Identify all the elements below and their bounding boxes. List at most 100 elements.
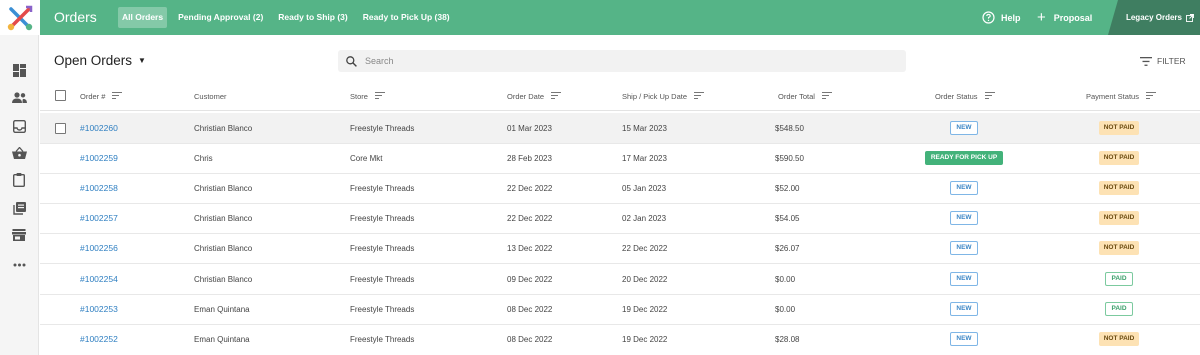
- order-number-link[interactable]: #1002258: [80, 183, 118, 193]
- column-header-order-date[interactable]: Order Date: [507, 82, 562, 110]
- column-header-order-total[interactable]: Order Total: [778, 82, 832, 110]
- payment-status-badge: NOT PAID: [1098, 332, 1140, 346]
- order-total-cell: $590.50: [775, 153, 804, 163]
- catalog-icon[interactable]: [11, 200, 27, 216]
- order-total-cell: $26.07: [775, 243, 800, 253]
- tab-ready-to-pick-up[interactable]: Ready to Pick Up (38): [359, 7, 454, 28]
- customer-cell: Christian Blanco: [194, 243, 253, 253]
- app-title: Orders: [54, 9, 97, 25]
- order-date-cell: 09 Dec 2022: [507, 274, 553, 284]
- sort-icon: [112, 91, 123, 101]
- tab-ready-to-ship[interactable]: Ready to Ship (3): [274, 7, 351, 28]
- order-date-cell: 08 Dec 2022: [507, 304, 553, 314]
- order-status-badge: NEW: [950, 272, 978, 286]
- order-status-badge: NEW: [950, 332, 978, 346]
- order-total-cell: $0.00: [775, 304, 796, 314]
- order-tabs: All Orders Pending Approval (2) Ready to…: [118, 7, 461, 28]
- store-cell: Freestyle Threads: [350, 243, 415, 253]
- table-row[interactable]: #1002257 Christian Blanco Freestyle Thre…: [40, 203, 1200, 234]
- payment-status-badge: NOT PAID: [1098, 151, 1140, 165]
- column-header-store[interactable]: Store: [350, 82, 385, 110]
- order-number-link[interactable]: #1002254: [80, 274, 118, 284]
- table-row[interactable]: #1002256 Christian Blanco Freestyle Thre…: [40, 233, 1200, 264]
- order-status-badge: NEW: [950, 211, 978, 225]
- ship-date-cell: 19 Dec 2022: [622, 334, 668, 344]
- store-icon[interactable]: [11, 227, 27, 243]
- page-title: Open Orders: [54, 53, 133, 68]
- table-row[interactable]: #1002254 Christian Blanco Freestyle Thre…: [40, 264, 1200, 295]
- order-number-link[interactable]: #1002257: [80, 213, 118, 223]
- ship-date-cell: 05 Jan 2023: [622, 183, 667, 193]
- order-date-cell: 08 Dec 2022: [507, 334, 553, 344]
- filter-icon: [1140, 56, 1152, 66]
- filter-button[interactable]: FILTER: [1140, 54, 1186, 68]
- ship-date-cell: 15 Mar 2023: [622, 123, 667, 133]
- order-date-cell: 13 Dec 2022: [507, 243, 553, 253]
- store-cell: Freestyle Threads: [350, 274, 415, 284]
- ship-date-cell: 22 Dec 2022: [622, 243, 668, 253]
- tools-logo-icon: [7, 5, 33, 30]
- app-logo[interactable]: [0, 0, 40, 35]
- ship-date-cell: 19 Dec 2022: [622, 304, 668, 314]
- order-number-link[interactable]: #1002253: [80, 304, 118, 314]
- select-all-checkbox[interactable]: [55, 90, 66, 101]
- order-date-cell: 28 Feb 2023: [507, 153, 552, 163]
- order-number-link[interactable]: #1002256: [80, 243, 118, 253]
- column-header-order[interactable]: Order #: [80, 82, 123, 110]
- tab-all-orders[interactable]: All Orders: [118, 7, 168, 28]
- store-cell: Core Mkt: [350, 153, 383, 163]
- side-nav: [0, 35, 39, 355]
- order-date-cell: 22 Dec 2022: [507, 213, 553, 223]
- order-number-link[interactable]: #1002259: [80, 153, 118, 163]
- customer-cell: Christian Blanco: [194, 183, 253, 193]
- order-number-link[interactable]: #1002260: [80, 123, 118, 133]
- payment-status-badge: NOT PAID: [1098, 121, 1140, 135]
- plus-icon: +: [1037, 9, 1046, 26]
- store-cell: Freestyle Threads: [350, 123, 415, 133]
- search-icon: [346, 55, 357, 67]
- dashboard-icon[interactable]: [11, 62, 27, 78]
- top-bar: Orders All Orders Pending Approval (2) R…: [0, 0, 1200, 35]
- order-total-cell: $0.00: [775, 274, 796, 284]
- people-icon[interactable]: [11, 89, 27, 105]
- store-cell: Freestyle Threads: [350, 304, 415, 314]
- column-header-customer[interactable]: Customer: [194, 82, 227, 110]
- new-proposal-button[interactable]: + Proposal: [1037, 0, 1092, 35]
- column-header-order-status[interactable]: Order Status: [935, 82, 995, 110]
- page-title-dropdown[interactable]: Open Orders ▼: [54, 50, 146, 72]
- store-cell: Freestyle Threads: [350, 183, 415, 193]
- column-header-ship-date[interactable]: Ship / Pick Up Date: [622, 82, 705, 110]
- clipboard-icon[interactable]: [11, 172, 27, 188]
- table-header: Order # Customer Store Order Date Ship /…: [40, 82, 1200, 111]
- order-total-cell: $52.00: [775, 183, 800, 193]
- customer-cell: Eman Quintana: [194, 304, 250, 314]
- order-status-badge: NEW: [950, 302, 978, 316]
- table-row[interactable]: #1002253 Eman Quintana Freestyle Threads…: [40, 294, 1200, 325]
- order-number-link[interactable]: #1002252: [80, 334, 118, 344]
- order-date-cell: 01 Mar 2023: [507, 123, 552, 133]
- help-button[interactable]: Help: [982, 0, 1021, 35]
- table-row[interactable]: #1002259 Chris Core Mkt 28 Feb 2023 17 M…: [40, 143, 1200, 174]
- customer-cell: Eman Quintana: [194, 334, 250, 344]
- sort-icon: [821, 91, 832, 101]
- store-cell: Freestyle Threads: [350, 213, 415, 223]
- sort-icon: [984, 91, 995, 101]
- column-header-payment-status[interactable]: Payment Status: [1086, 82, 1156, 110]
- legacy-orders-link[interactable]: Legacy Orders: [1108, 0, 1200, 35]
- table-row[interactable]: #1002252 Eman Quintana Freestyle Threads…: [40, 324, 1200, 354]
- search-input[interactable]: [365, 56, 865, 66]
- table-row[interactable]: #1002260 Christian Blanco Freestyle Thre…: [40, 113, 1200, 144]
- payment-status-badge: PAID: [1105, 302, 1133, 316]
- payment-status-badge: NOT PAID: [1098, 241, 1140, 255]
- basket-icon[interactable]: [11, 145, 27, 161]
- row-checkbox[interactable]: [55, 123, 66, 134]
- more-icon[interactable]: [11, 257, 27, 273]
- order-status-badge: NEW: [950, 181, 978, 195]
- tab-pending-approval[interactable]: Pending Approval (2): [174, 7, 267, 28]
- proposal-label: Proposal: [1053, 12, 1093, 23]
- help-label: Help: [1001, 12, 1021, 23]
- store-cell: Freestyle Threads: [350, 334, 415, 344]
- table-row[interactable]: #1002258 Christian Blanco Freestyle Thre…: [40, 173, 1200, 204]
- ship-date-cell: 17 Mar 2023: [622, 153, 667, 163]
- inbox-icon[interactable]: [11, 118, 27, 134]
